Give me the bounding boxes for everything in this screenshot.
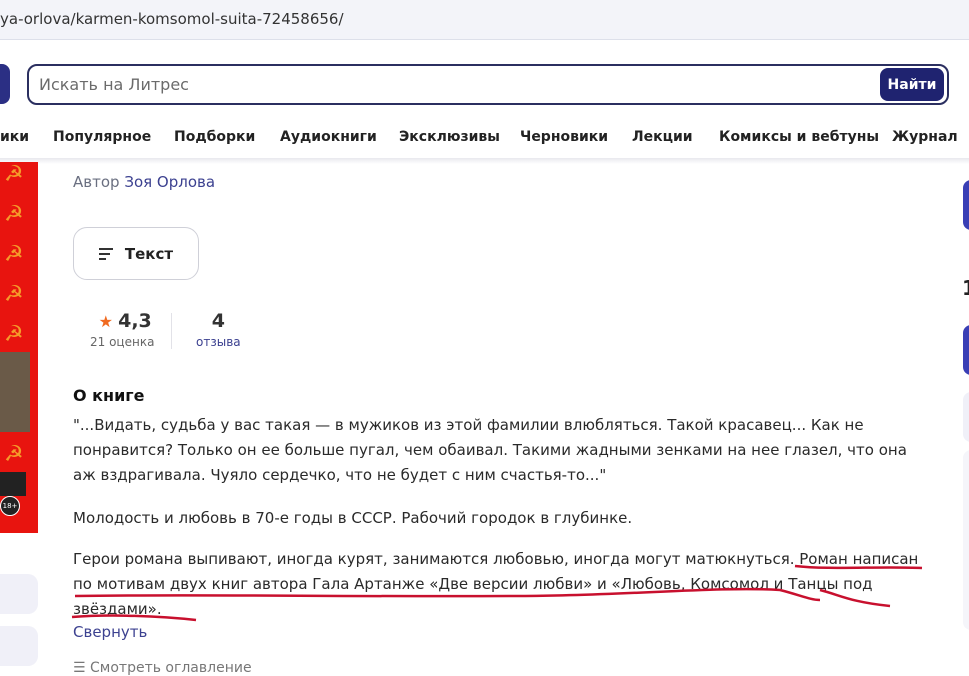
- side-button[interactable]: [0, 574, 38, 614]
- hammer-sickle-icon: ☭: [4, 242, 24, 267]
- nav-item-lectures[interactable]: Лекции: [632, 129, 693, 145]
- side-button[interactable]: [0, 626, 38, 666]
- list-icon: ☰: [73, 660, 86, 676]
- rating-value: 4,3: [118, 310, 152, 332]
- cover-title: [0, 472, 26, 496]
- nav-item-journal[interactable]: Журнал: [892, 129, 958, 145]
- about-quote: "...Видать, судьба у вас такая — в мужик…: [73, 416, 907, 484]
- search-input[interactable]: [39, 75, 859, 94]
- right-panel: [963, 392, 969, 442]
- hammer-sickle-icon: ☭: [4, 162, 24, 187]
- catalog-button[interactable]: [0, 64, 10, 104]
- reviews-count: 4: [211, 310, 225, 332]
- format-text-button[interactable]: Текст: [73, 227, 199, 280]
- hammer-sickle-icon: ☭: [4, 282, 24, 307]
- nav-item-exclusives[interactable]: Эксклюзивы: [399, 129, 500, 145]
- toc-link[interactable]: ☰ Смотреть оглавление: [73, 660, 252, 676]
- search-bar: Найти: [27, 64, 949, 105]
- age-badge: 18+: [0, 496, 20, 516]
- author-link[interactable]: Зоя Орлова: [124, 173, 215, 191]
- about-title: О книге: [73, 386, 145, 405]
- nav-item[interactable]: ики: [0, 129, 29, 145]
- cover-photo: [0, 352, 30, 432]
- category-nav: ики Популярное Подборки Аудиокниги Экскл…: [0, 129, 969, 159]
- star-icon: ★: [98, 312, 113, 331]
- address-bar[interactable]: ya-orlova/karmen-komsomol-suita-72458656…: [0, 0, 969, 40]
- nav-item-audiobooks[interactable]: Аудиокниги: [280, 129, 377, 145]
- reviews-link[interactable]: 4 отзыва: [196, 310, 241, 349]
- rating-block[interactable]: ★ 4,3 21 оценка: [90, 310, 154, 349]
- divider: [171, 313, 172, 349]
- hammer-sickle-icon: ☭: [4, 322, 24, 347]
- right-partial-text: 1: [962, 276, 969, 300]
- about-paragraph: Молодость и любовь в 70-е годы в СССР. Р…: [73, 509, 633, 527]
- nav-item-comics[interactable]: Комиксы и вебтуны: [719, 129, 879, 145]
- right-action-button[interactable]: [963, 180, 969, 230]
- hammer-sickle-icon: ☭: [4, 202, 24, 227]
- header-shadow: [0, 158, 969, 164]
- search-button[interactable]: Найти: [880, 68, 944, 101]
- reviews-label: отзыва: [196, 335, 241, 349]
- format-label: Текст: [124, 244, 174, 263]
- right-action-button[interactable]: [963, 325, 969, 375]
- right-panel: [963, 450, 969, 630]
- nav-item-popular[interactable]: Популярное: [53, 129, 151, 145]
- about-paragraph: Герои романа выпивают, иногда курят, зан…: [73, 550, 919, 618]
- url-text: ya-orlova/karmen-komsomol-suita-72458656…: [0, 10, 344, 28]
- toc-label: Смотреть оглавление: [90, 660, 252, 676]
- rating-count: 21 оценка: [90, 335, 155, 349]
- text-lines-icon: [98, 247, 113, 260]
- nav-item-collections[interactable]: Подборки: [174, 129, 255, 145]
- author-label: Автор: [73, 173, 120, 191]
- hammer-sickle-icon: ☭: [4, 442, 24, 467]
- collapse-link[interactable]: Свернуть: [73, 623, 147, 641]
- author-line: Автор Зоя Орлова: [73, 173, 215, 191]
- book-cover[interactable]: ☭ ☭ ☭ ☭ ☭ ☭: [0, 162, 38, 533]
- nav-item-drafts[interactable]: Черновики: [520, 129, 608, 145]
